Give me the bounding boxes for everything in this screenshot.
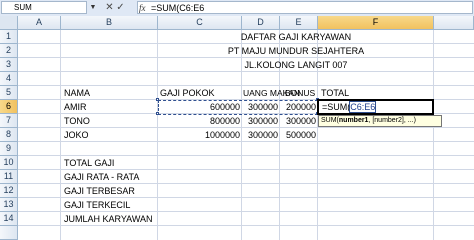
name-box[interactable]: SUM [1,1,87,14]
row-header-10[interactable]: 10 [0,156,18,170]
function-tooltip: SUM(number1, [number2], ...) [318,115,442,127]
range-handle[interactable] [156,98,159,101]
cell-uang-makan[interactable]: 300000 [242,128,280,142]
cell-bonus[interactable]: 300000 [280,114,318,128]
insert-function-icon[interactable]: fx [139,2,146,14]
row-header-4[interactable]: 4 [0,72,18,86]
header-nama[interactable]: NAMA [61,86,158,100]
cell-gaji-pokok[interactable]: 1000000 [158,128,242,142]
row-header-9[interactable]: 9 [0,142,18,156]
formula-input[interactable]: fx =SUM(C6:E6 [137,1,473,14]
summary-jumlah-karyawan[interactable]: JUMLAH KARYAWAN [61,212,171,226]
row-header-7[interactable]: 7 [0,114,18,128]
column-header-c[interactable]: C [158,16,242,30]
row-header-1[interactable]: 1 [0,30,18,44]
cell-nama[interactable]: AMIR [61,100,158,114]
active-cell-f6[interactable]: =SUM(C6:E6 [317,99,434,115]
row-header-12[interactable]: 12 [0,184,18,198]
cell-bonus[interactable]: 500000 [280,128,318,142]
header-total[interactable]: TOTAL [318,86,434,100]
formula-reference-range [158,100,318,115]
summary-gaji-terbesar[interactable]: GAJI TERBESAR [61,184,171,198]
row-header-11[interactable]: 11 [0,170,18,184]
column-header-a[interactable]: A [18,16,61,30]
row-header-5[interactable]: 5 [0,86,18,100]
header-uang-makan[interactable]: UANG MAKAN [242,86,300,100]
cancel-icon[interactable]: ✕ [104,1,115,14]
cell-edit-text: =SUM(C6:E6 [322,101,377,113]
row-header-2[interactable]: 2 [0,44,18,58]
column-header-f[interactable]: F [318,16,434,30]
range-handle[interactable] [156,112,159,115]
row-header-6[interactable]: 6 [0,100,18,114]
name-box-dropdown-icon[interactable]: ▼ [89,1,97,14]
row-header-14[interactable]: 14 [0,212,18,226]
header-bonus[interactable]: BONUS [284,86,318,100]
formula-bar: SUM ▼ ✕ ✓ fx =SUM(C6:E6 [0,0,474,17]
row-header-3[interactable]: 3 [0,58,18,72]
row-header-13[interactable]: 13 [0,198,18,212]
formula-text: =SUM(C6:E6 [151,3,205,13]
cell-uang-makan[interactable]: 300000 [242,114,280,128]
summary-gaji-rata-rata[interactable]: GAJI RATA - RATA [61,170,171,184]
summary-gaji-terkecil[interactable]: GAJI TERKECIL [61,198,171,212]
row-header-8[interactable]: 8 [0,128,18,142]
column-header-d[interactable]: D [242,16,280,30]
column-header-e[interactable]: E [280,16,318,30]
title-line-1[interactable]: DAFTAR GAJI KARYAWAN [158,30,434,44]
title-line-2[interactable]: PT MAJU MUNDUR SEJAHTERA [158,44,434,58]
cell-nama[interactable]: TONO [61,114,158,128]
row-header-15[interactable] [0,226,18,240]
summary-total-gaji[interactable]: TOTAL GAJI [61,156,171,170]
select-all-button[interactable] [0,16,18,30]
column-header-b[interactable]: B [61,16,158,30]
header-gaji-pokok[interactable]: GAJI POKOK [158,86,242,100]
column-header-g[interactable] [434,16,474,30]
cell-nama[interactable]: JOKO [61,128,158,142]
title-line-3[interactable]: JL.KOLONG LANGIT 007 [158,58,434,72]
enter-icon[interactable]: ✓ [115,1,126,14]
cell-gaji-pokok[interactable]: 800000 [158,114,242,128]
